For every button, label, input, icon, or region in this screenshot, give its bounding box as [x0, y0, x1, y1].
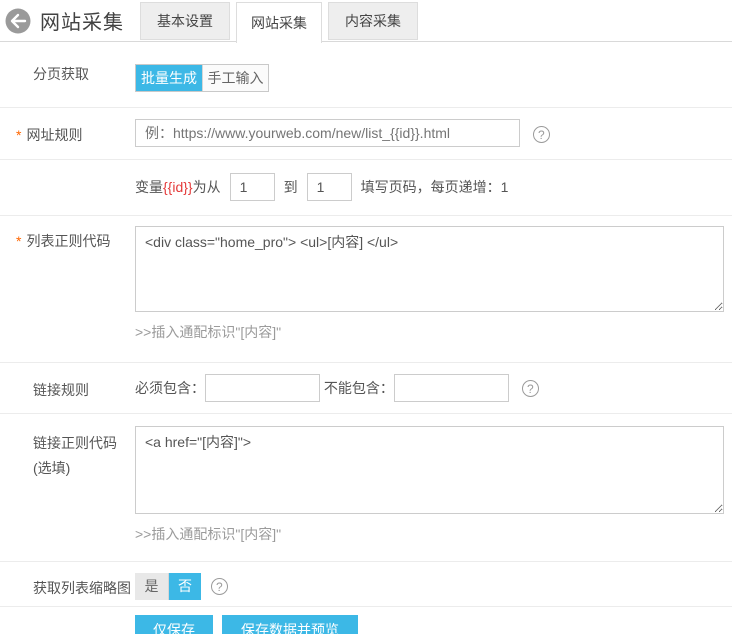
thumbnail-label: 获取列表缩略图 — [0, 573, 135, 600]
row-link-rule: 链接规则 必须包含： 不能包含： ? — [0, 363, 732, 414]
page-title: 网站采集 — [40, 6, 124, 35]
not-contain-input[interactable] — [394, 374, 509, 402]
save-button[interactable]: 仅保存 — [135, 615, 213, 634]
back-arrow-icon[interactable] — [4, 7, 32, 35]
thumbnail-option-no[interactable]: 否 — [168, 573, 201, 600]
link-regex-label-note: (选填) — [33, 456, 135, 481]
variable-text-before: 变量{{id}}为从 — [135, 179, 221, 195]
link-rule-help-icon[interactable]: ? — [522, 380, 539, 397]
row-list-regex: *列表正则代码 <div class="home_pro"> <ul>[内容] … — [0, 216, 732, 363]
page-to-input[interactable] — [307, 173, 352, 201]
not-contain-label: 不能包含： — [324, 380, 394, 396]
list-regex-textarea[interactable]: <div class="home_pro"> <ul>[内容] </ul> — [135, 226, 724, 312]
url-rule-input[interactable] — [135, 119, 520, 147]
thumbnail-toggle: 是 否 — [135, 573, 201, 600]
row-variable-range: 变量{{id}}为从 到 填写页码，每页递增：1 — [0, 160, 732, 216]
must-contain-input[interactable] — [205, 374, 320, 402]
pagination-label: 分页获取 — [0, 64, 135, 92]
url-rule-label: *网址规则 — [0, 119, 135, 147]
required-mark: * — [16, 233, 21, 249]
row-link-regex: 链接正则代码 (选填) <a href="[内容]"> >>插入通配标识"[内容… — [0, 414, 732, 562]
required-mark: * — [16, 127, 21, 143]
url-rule-help-icon[interactable]: ? — [533, 126, 550, 143]
link-regex-label: 链接正则代码 (选填) — [0, 426, 135, 544]
link-rule-label: 链接规则 — [0, 373, 135, 403]
tab-site-collection[interactable]: 网站采集 — [236, 2, 322, 43]
thumbnail-option-yes[interactable]: 是 — [135, 573, 168, 600]
list-regex-label: *列表正则代码 — [0, 226, 135, 342]
pagination-option-batch[interactable]: 批量生成 — [136, 65, 202, 91]
save-and-preview-button[interactable]: 保存数据并预览 — [222, 615, 358, 634]
collection-form: 分页获取 批量生成 手工输入 *网址规则 ? 变量{{id}}为从 到 填写页码，每… — [0, 42, 732, 634]
variable-row-spacer — [0, 173, 135, 201]
thumbnail-help-icon[interactable]: ? — [211, 578, 228, 595]
page-from-input[interactable] — [230, 173, 275, 201]
must-contain-label: 必须包含： — [135, 380, 205, 396]
row-thumbnail: 获取列表缩略图 是 否 ? — [0, 562, 732, 607]
row-pagination: 分页获取 批量生成 手工输入 — [0, 42, 732, 108]
variable-to-label: 到 — [284, 179, 298, 195]
row-url-rule: *网址规则 ? — [0, 108, 732, 160]
link-regex-insert-link[interactable]: >>插入通配标识"[内容]" — [135, 524, 732, 544]
tab-bar: 基本设置 网站采集 内容采集 — [140, 2, 424, 42]
page-header: 网站采集 基本设置 网站采集 内容采集 — [0, 0, 732, 42]
link-regex-textarea[interactable]: <a href="[内容]"> — [135, 426, 724, 514]
tab-content-collection[interactable]: 内容采集 — [328, 2, 418, 40]
variable-token: {{id}} — [163, 179, 193, 195]
tab-basic-settings[interactable]: 基本设置 — [140, 2, 230, 40]
variable-text-after: 填写页码，每页递增：1 — [361, 179, 509, 195]
list-regex-insert-link[interactable]: >>插入通配标识"[内容]" — [135, 322, 732, 342]
row-actions: 仅保存 保存数据并预览 — [0, 607, 732, 634]
pagination-option-manual[interactable]: 手工输入 — [202, 65, 268, 91]
pagination-toggle: 批量生成 手工输入 — [135, 64, 269, 92]
